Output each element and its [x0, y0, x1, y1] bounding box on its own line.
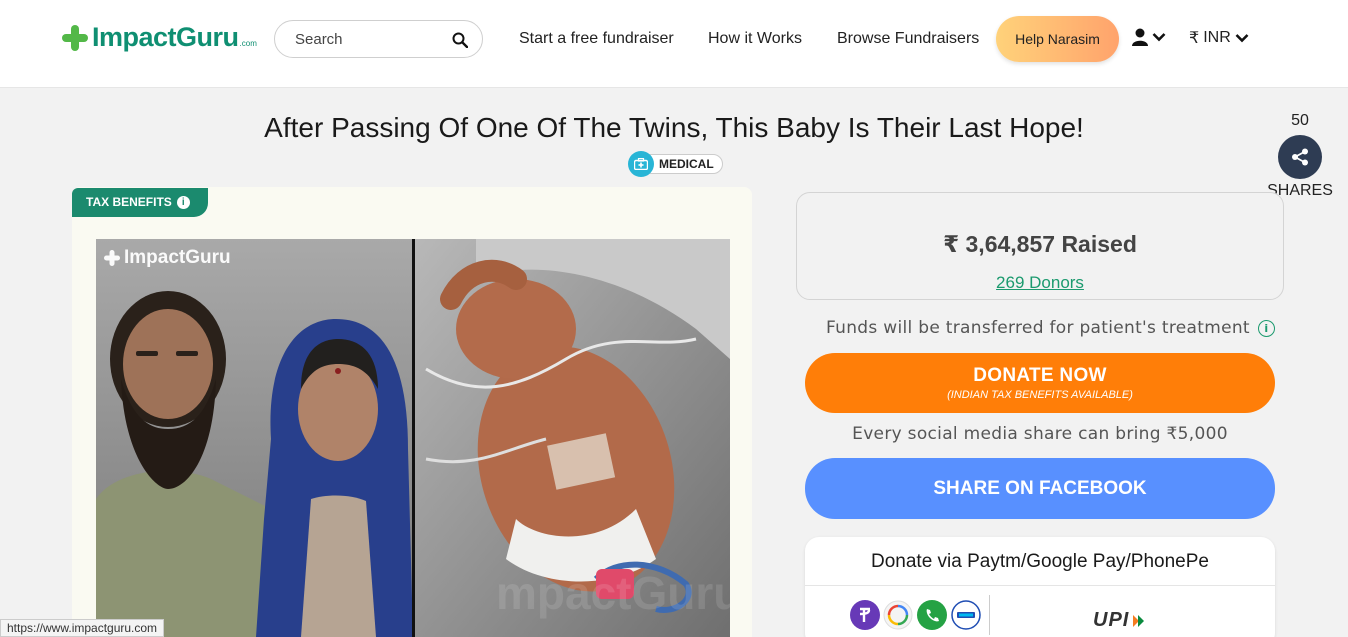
amount-raised: ₹ 3,64,857 Raised [943, 231, 1137, 257]
campaign-title: After Passing Of One Of The Twins, This … [264, 112, 1084, 143]
upi-arrow-icon [1133, 614, 1145, 627]
upi-logo: UPI [1093, 609, 1145, 632]
search-input[interactable] [295, 29, 445, 49]
upi-app-icons[interactable] [850, 599, 981, 631]
svg-text:mpactGuru: mpactGuru [496, 567, 730, 619]
photo-watermark-text: ImpactGuru [124, 247, 231, 268]
nav-how-it-works[interactable]: How it Works [708, 30, 802, 48]
chevron-down-icon [1152, 33, 1166, 42]
top-header: ImpactGuru .com Start a free fundraiser … [0, 0, 1348, 88]
funds-transfer-note: Funds will be transferred for patient's … [826, 318, 1275, 338]
whatsapp-icon [917, 600, 947, 630]
upi-title: Donate via Paytm/Google Pay/PhonePe [871, 551, 1209, 572]
info-icon[interactable]: i [1257, 319, 1275, 337]
help-narasim-button[interactable]: Help Narasim [996, 16, 1119, 62]
category-badge: MEDICAL [628, 151, 723, 177]
chevron-down-icon [1235, 34, 1249, 43]
nav-browse-fundraisers[interactable]: Browse Fundraisers [837, 30, 979, 48]
social-note-text: Every social media share can bring ₹5,00… [852, 424, 1228, 444]
paytm-icon [951, 600, 981, 630]
divider [805, 585, 1275, 586]
upi-logo-text: UPI [1093, 609, 1130, 631]
impactguru-logo[interactable]: ImpactGuru .com [62, 22, 257, 53]
share-button[interactable] [1278, 135, 1322, 179]
social-share-note: Every social media share can bring ₹5,00… [0, 424, 1275, 444]
search-box [274, 20, 483, 58]
donate-now-button[interactable]: DONATE NOW (INDIAN TAX BENEFITS AVAILABL… [805, 353, 1275, 413]
user-icon [1132, 28, 1148, 46]
upi-donate-card: Donate via Paytm/Google Pay/PhonePe UPI [805, 537, 1275, 637]
donors-link[interactable]: 269 Donors [797, 273, 1283, 293]
user-menu[interactable] [1132, 28, 1166, 46]
nav-start-fundraiser[interactable]: Start a free fundraiser [519, 30, 674, 48]
divider [989, 595, 990, 635]
funds-note-text: Funds will be transferred for patient's … [826, 318, 1250, 338]
medical-kit-icon [628, 151, 654, 177]
info-icon: i [176, 196, 190, 209]
tax-benefits-label: TAX BENEFITS [86, 195, 172, 209]
tax-benefits-badge[interactable]: TAX BENEFITS i [72, 188, 208, 217]
rupee-symbol: ₹ [1189, 30, 1200, 47]
logo-suffix: .com [239, 39, 257, 48]
donate-sublabel: (INDIAN TAX BENEFITS AVAILABLE) [947, 389, 1133, 401]
raised-summary-card: ₹ 3,64,857 Raised 269 Donors [796, 192, 1284, 300]
currency-selector[interactable]: ₹ INR [1189, 28, 1249, 48]
status-bar-url: https://www.impactguru.com [0, 619, 165, 637]
share-on-facebook-button[interactable]: SHARE ON FACEBOOK [805, 458, 1275, 519]
currency-label: INR [1203, 29, 1231, 46]
search-icon[interactable] [452, 32, 468, 48]
donate-label: DONATE NOW [973, 365, 1107, 386]
logo-text: ImpactGuru [92, 22, 239, 52]
phonepe-icon [850, 600, 880, 630]
plus-logo-icon [62, 24, 88, 51]
share-icon [1292, 148, 1308, 166]
category-label: MEDICAL [642, 154, 723, 174]
google-pay-icon [883, 600, 913, 630]
plus-logo-icon [104, 250, 120, 266]
share-count: 50 [1291, 112, 1309, 129]
photo-watermark: ImpactGuru [104, 247, 231, 269]
